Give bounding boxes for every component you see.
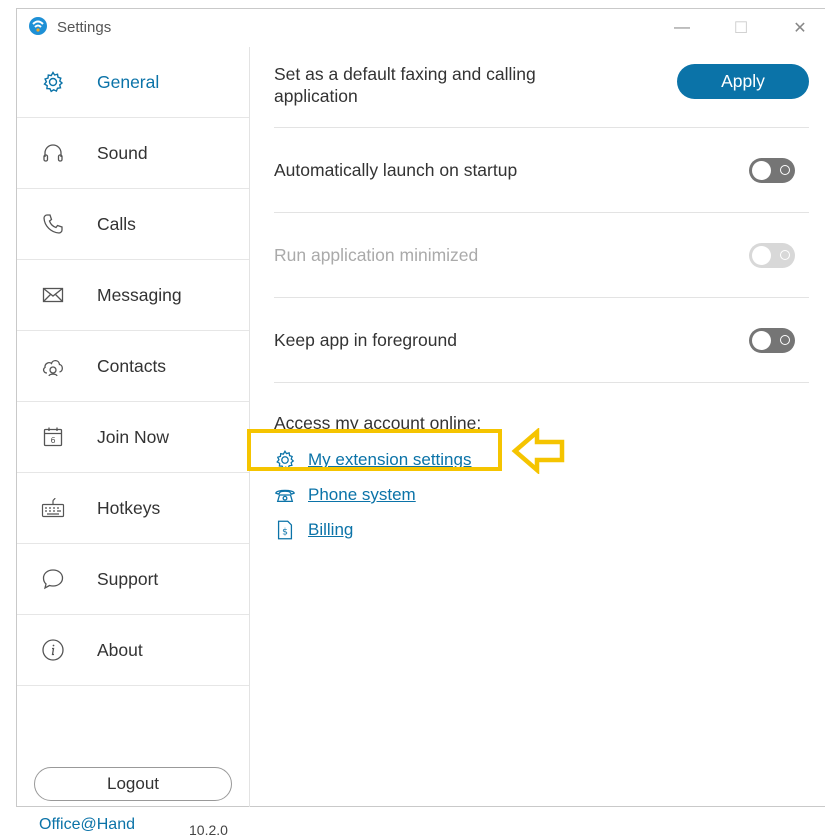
app-logo-icon [29,17,47,35]
default-app-text: Set as a default faxing and calling appl… [274,64,536,106]
calendar-icon: 6 [43,427,63,447]
sidebar-item-support[interactable]: Support [17,544,249,615]
svg-text:$: $ [282,527,288,538]
billing-link[interactable]: Billing [308,520,353,540]
window-title: Settings [57,19,112,36]
sidebar: General Sound Calls Messaging Contacts 6… [17,47,250,838]
title-bar: Settings — ☐ ✕ [17,9,825,47]
apply-button[interactable]: Apply [677,64,809,99]
sidebar-item-label: Sound [97,142,148,163]
toggle-label: Run application minimized [274,245,479,265]
toggle-off-indicator [780,250,790,260]
headphones-icon [43,144,63,162]
sidebar-item-label: Support [97,568,159,589]
annotation-highlight-box [247,429,502,471]
toggle-label: Automatically launch on startup [274,160,518,180]
foreground-toggle[interactable] [749,328,795,353]
maximize-button[interactable]: ☐ [726,15,756,41]
default-app-row: Set as a default faxing and calling appl… [274,47,809,128]
brand-name: Office@Hand [39,816,135,833]
toggle-row-foreground: Keep app in foreground [274,298,809,383]
sidebar-item-sound[interactable]: Sound [17,118,249,189]
info-icon [42,639,64,661]
toggle-row-launch-startup: Automatically launch on startup [274,128,809,213]
minimize-button[interactable]: — [667,15,697,41]
bill-icon: $ [277,520,293,540]
sidebar-item-about[interactable]: About [17,615,249,686]
toggle-knob [752,161,771,180]
toggle-off-indicator [780,335,790,345]
chat-bubble-icon [42,569,64,590]
toggle-off-indicator [780,165,790,175]
sidebar-item-contacts[interactable]: Contacts [17,331,249,402]
run-minimized-toggle [749,243,795,268]
sidebar-item-label: Join Now [97,426,169,447]
toggle-knob [752,331,771,350]
general-settings-panel: Set as a default faxing and calling appl… [250,47,825,807]
annotation-arrow-icon [511,428,565,474]
cloud-contacts-icon [42,359,63,377]
svg-text:6: 6 [50,436,55,445]
settings-window: Settings — ☐ ✕ General Sound Calls Messa… [16,8,825,838]
desk-phone-icon [275,489,295,503]
phone-system-link[interactable]: Phone system [308,485,416,505]
version-number: 10.2.0 [189,822,228,838]
phone-icon [43,214,63,234]
sidebar-item-label: Messaging [97,284,182,305]
launch-startup-toggle[interactable] [749,158,795,183]
sidebar-item-hotkeys[interactable]: Hotkeys [17,473,249,544]
link-row-billing: $ Billing [274,517,353,543]
sidebar-item-label: General [97,71,160,92]
link-row-phone-system: Phone system [274,482,416,508]
keyboard-icon [41,497,65,518]
toggle-row-run-minimized: Run application minimized [274,213,809,298]
logout-button[interactable]: Logout [34,767,232,801]
sidebar-item-label: About [97,639,143,660]
toggle-label: Keep app in foreground [274,330,457,350]
sidebar-item-label: Hotkeys [97,497,161,518]
close-button[interactable]: ✕ [785,15,815,41]
toggle-knob [752,246,771,265]
sidebar-item-join-now[interactable]: 6 Join Now [17,402,249,473]
sidebar-item-label: Calls [97,213,136,234]
gear-icon [43,71,64,93]
sidebar-item-general[interactable]: General [17,47,249,118]
sidebar-item-label: Contacts [97,355,167,376]
sidebar-item-calls[interactable]: Calls [17,189,249,260]
sidebar-item-messaging[interactable]: Messaging [17,260,249,331]
envelope-icon [42,287,64,303]
